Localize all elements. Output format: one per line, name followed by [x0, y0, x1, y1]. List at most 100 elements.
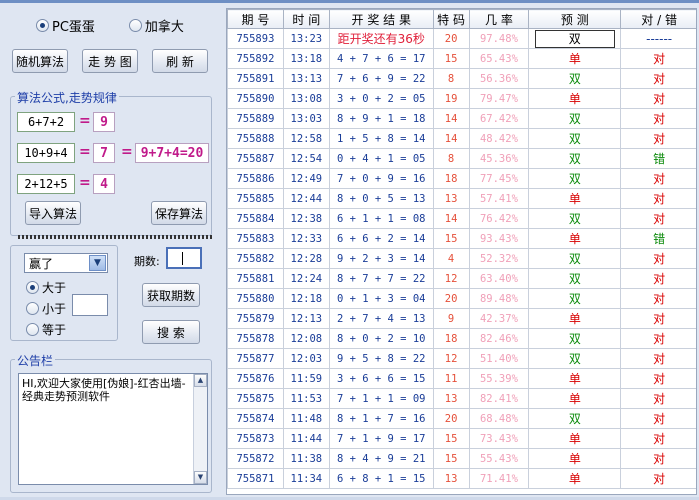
cell-time: 12:49: [282, 168, 330, 189]
cell-special: 15: [432, 428, 470, 449]
mode-option-pc28[interactable]: PC蛋蛋: [36, 16, 95, 35]
save-algorithm-button[interactable]: 保存算法: [151, 201, 207, 225]
periods-input[interactable]: [166, 247, 202, 269]
cell-probability: 67.42%: [468, 108, 530, 129]
mode-option-canada[interactable]: 加拿大: [128, 16, 184, 35]
table-row[interactable]: 755882 12:28 9 + 2 + 3 = 14 4 52.32% 双对: [227, 248, 696, 269]
cell-special: 8: [432, 148, 470, 169]
table-row[interactable]: 755877 12:03 9 + 5 + 8 = 22 12 51.40% 双对: [227, 348, 696, 369]
cell-result: 7 + 1 + 1 = 09: [328, 388, 434, 409]
table-row[interactable]: 755884 12:38 6 + 1 + 1 = 08 14 76.42% 双对: [227, 208, 696, 229]
cell-time: 12:54: [282, 148, 330, 169]
cell-result: 6 + 8 + 1 = 15: [328, 468, 434, 489]
cell-prediction: 双: [528, 128, 622, 149]
cell-period: 755876: [227, 368, 284, 389]
formula-value-3: 4: [93, 174, 115, 194]
import-algorithm-button[interactable]: 导入算法: [25, 201, 81, 225]
table-row[interactable]: 755888 12:58 1 + 5 + 8 = 14 14 48.42% 双对: [227, 128, 696, 149]
trend-chart-button[interactable]: 走 势 图: [82, 49, 138, 73]
cell-result: 0 + 4 + 1 = 05: [328, 148, 434, 169]
table-row[interactable]: 755883 12:33 6 + 6 + 2 = 14 15 93.43% 单错: [227, 228, 696, 249]
col-header-result[interactable]: 开 奖 结 果: [328, 9, 434, 29]
col-header-prediction[interactable]: 预 测: [528, 9, 622, 29]
table-row[interactable]: 755875 11:53 7 + 1 + 1 = 09 13 82.41% 单对: [227, 388, 696, 409]
table-row[interactable]: 755891 13:13 7 + 6 + 9 = 22 8 56.36% 双对: [227, 68, 696, 89]
cell-correct: 对: [620, 428, 696, 449]
radio-empty-icon: [26, 323, 39, 336]
random-algorithm-button[interactable]: 随机算法: [12, 49, 68, 73]
cell-period: 755878: [227, 328, 284, 349]
table-row[interactable]: 755890 13:08 3 + 0 + 2 = 05 19 79.47% 单对: [227, 88, 696, 109]
table-row[interactable]: 755889 13:03 8 + 9 + 1 = 18 14 67.42% 双对: [227, 108, 696, 129]
refresh-button[interactable]: 刷 新: [152, 49, 208, 73]
cell-probability: 48.42%: [468, 128, 530, 149]
cell-special: 8: [432, 68, 470, 89]
cell-correct: 对: [620, 448, 696, 469]
table-row[interactable]: 755872 11:38 8 + 4 + 9 = 21 15 55.43% 单对: [227, 448, 696, 469]
formula-expr-2[interactable]: 10+9+4: [17, 143, 75, 163]
cell-period: 755885: [227, 188, 284, 209]
col-header-correct[interactable]: 对 / 错: [620, 9, 696, 29]
get-periods-button[interactable]: 获取期数: [142, 283, 200, 307]
cell-special: 9: [432, 308, 470, 329]
cell-result: 0 + 1 + 3 = 04: [328, 288, 434, 309]
cell-prediction: 双: [528, 408, 622, 429]
table-row[interactable]: 755887 12:54 0 + 4 + 1 = 05 8 45.36% 双错: [227, 148, 696, 169]
table-row[interactable]: 755878 12:08 8 + 0 + 2 = 10 18 82.46% 双对: [227, 328, 696, 349]
scroll-up-icon[interactable]: ▲: [194, 374, 207, 387]
cell-result: 8 + 7 + 7 = 22: [328, 268, 434, 289]
table-row[interactable]: 755881 12:24 8 + 7 + 7 = 22 12 63.40% 双对: [227, 268, 696, 289]
table-row[interactable]: 755885 12:44 8 + 0 + 5 = 13 13 57.41% 单对: [227, 188, 696, 209]
cell-special: 13: [432, 188, 470, 209]
option-less-than[interactable]: 小于: [26, 300, 66, 317]
scroll-down-icon[interactable]: ▼: [194, 471, 207, 484]
cell-correct: 对: [620, 468, 696, 489]
cell-time: 12:03: [282, 348, 330, 369]
formula-expr-3[interactable]: 2+12+5: [17, 174, 75, 194]
col-header-special[interactable]: 特 码: [432, 9, 470, 29]
cell-period: 755882: [227, 248, 284, 269]
cell-probability: 73.43%: [468, 428, 530, 449]
cell-probability: 97.48%: [468, 28, 530, 49]
cell-prediction: 双: [528, 148, 622, 169]
less-than-input[interactable]: [72, 294, 108, 316]
cell-probability: 77.45%: [468, 168, 530, 189]
cell-probability: 82.41%: [468, 388, 530, 409]
col-header-probability[interactable]: 几 率: [468, 9, 530, 29]
search-button[interactable]: 搜 索: [142, 320, 200, 344]
cell-time: 12:28: [282, 248, 330, 269]
cell-time: 13:23: [282, 28, 330, 49]
prediction-highlight: 双: [534, 29, 615, 48]
combined-result: 9+7+4=20: [135, 143, 209, 163]
result-filter-select[interactable]: 赢了 ▼: [24, 253, 108, 273]
option-equal[interactable]: 等于: [26, 321, 66, 338]
col-header-time[interactable]: 时 间: [282, 9, 330, 29]
table-row[interactable]: 755876 11:59 3 + 6 + 6 = 15 11 55.39% 单对: [227, 368, 696, 389]
notice-scrollbar[interactable]: ▲ ▼: [193, 374, 207, 484]
cell-prediction: 双: [528, 28, 622, 49]
cell-result: 距开奖还有36秒: [328, 28, 434, 49]
radio-empty-icon: [26, 302, 39, 315]
cell-time: 13:08: [282, 88, 330, 109]
table-row[interactable]: 755880 12:18 0 + 1 + 3 = 04 20 89.48% 双对: [227, 288, 696, 309]
notice-textarea[interactable]: HI,欢迎大家使用[伪娘]-红杏出墙-经典走势预测软件 ▲ ▼: [18, 373, 208, 485]
table-row[interactable]: 755873 11:44 7 + 1 + 9 = 17 15 73.43% 单对: [227, 428, 696, 449]
table-row[interactable]: 755892 13:18 4 + 7 + 6 = 17 15 65.43% 单对: [227, 48, 696, 69]
cell-probability: 42.37%: [468, 308, 530, 329]
table-row[interactable]: 755874 11:48 8 + 1 + 7 = 16 20 68.48% 双对: [227, 408, 696, 429]
cell-probability: 93.43%: [468, 228, 530, 249]
cell-result: 3 + 6 + 6 = 15: [328, 368, 434, 389]
table-row[interactable]: 755886 12:49 7 + 0 + 9 = 16 18 77.45% 双对: [227, 168, 696, 189]
formula-expr-1[interactable]: 6+7+2: [17, 112, 75, 132]
chevron-down-icon[interactable]: ▼: [89, 255, 106, 271]
table-row[interactable]: 755871 11:34 6 + 8 + 1 = 15 13 71.41% 单对: [227, 468, 696, 489]
cell-time: 11:44: [282, 428, 330, 449]
cell-result: 3 + 0 + 2 = 05: [328, 88, 434, 109]
option-greater-than[interactable]: 大于: [26, 279, 66, 296]
col-header-period[interactable]: 期 号: [227, 9, 284, 29]
table-row[interactable]: 755893 13:23 距开奖还有36秒 20 97.48% 双 ------: [227, 28, 696, 49]
table-row[interactable]: 755879 12:13 2 + 7 + 4 = 13 9 42.37% 单对: [227, 308, 696, 329]
cell-special: 13: [432, 468, 470, 489]
cell-special: 18: [432, 328, 470, 349]
cell-period: 755873: [227, 428, 284, 449]
